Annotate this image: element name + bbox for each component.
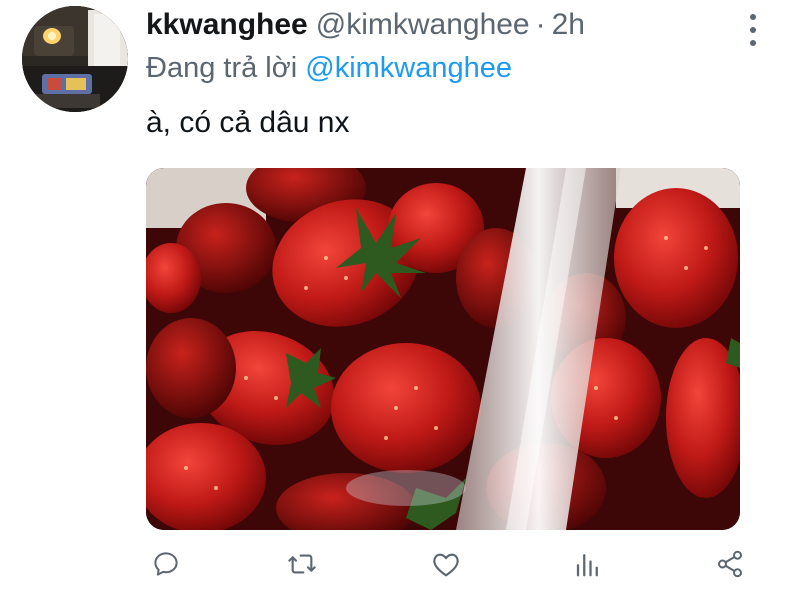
share-icon	[718, 550, 742, 578]
replying-to: Đang trả lời @kimkwanghee	[146, 52, 512, 85]
tweet-text: à, có cả dâu nx	[146, 106, 350, 139]
tweet-actions	[146, 544, 746, 584]
like-icon	[433, 553, 459, 577]
timestamp[interactable]: 2h	[552, 8, 585, 42]
tweet-media[interactable]	[146, 168, 740, 530]
avatar[interactable]	[22, 6, 128, 112]
avatar-image	[22, 6, 128, 112]
reply-prefix: Đang trả lời	[146, 52, 298, 84]
analytics-button[interactable]	[568, 544, 608, 584]
like-button[interactable]	[426, 544, 466, 584]
analytics-icon	[576, 554, 598, 577]
reply-icon	[154, 552, 178, 576]
user-handle[interactable]: @kimkwanghee	[316, 8, 530, 42]
separator-dot: ·	[535, 8, 546, 41]
more-options-button[interactable]	[738, 12, 768, 48]
more-dot-icon	[750, 27, 756, 33]
reply-mention-link[interactable]: @kimkwanghee	[305, 52, 512, 84]
strawberries-photo	[146, 168, 740, 530]
display-name[interactable]: kkwanghee	[146, 8, 308, 42]
tweet-header: kkwanghee @kimkwanghee · 2h	[146, 8, 735, 44]
retweet-button[interactable]	[282, 544, 322, 584]
reply-button[interactable]	[146, 544, 186, 584]
retweet-icon	[288, 554, 316, 574]
share-button[interactable]	[710, 544, 750, 584]
more-dot-icon	[750, 14, 756, 20]
more-dot-icon	[750, 40, 756, 46]
